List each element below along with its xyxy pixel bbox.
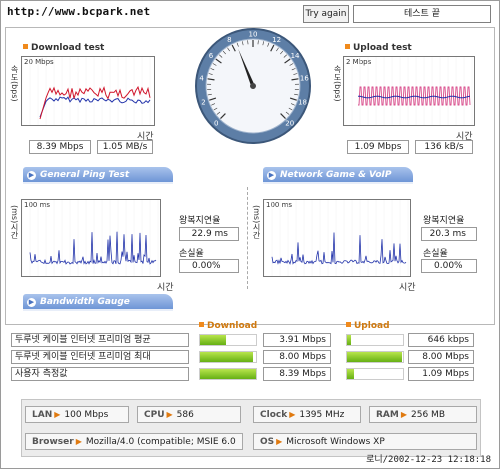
upload-row-value: 8.00 Mbps — [408, 350, 474, 364]
arrow-right-icon: ▶ — [27, 298, 36, 307]
download-row-value: 3.91 Mbps — [263, 333, 331, 347]
game-graph: 100 ms — [263, 199, 411, 277]
cpu-info: CPU ▶ 586 — [137, 406, 241, 423]
site-url: http://www.bcpark.net — [7, 5, 151, 18]
speed-gauge: 0 2 4 6 8 10 12 14 16 18 20 — [195, 28, 311, 144]
timestamp: 로니/2002-12-23 12:18:18 — [366, 455, 491, 465]
download-row-value: 8.39 Mbps — [263, 367, 331, 381]
upload-kbs-value: 136 kB/s — [415, 140, 473, 154]
game-rtt-value: 20.3 ms — [421, 227, 477, 241]
download-mbps-value: 8.39 Mbps — [29, 140, 91, 154]
download-title: Download test — [23, 43, 104, 53]
bandwidth-upload-header: Upload — [346, 321, 390, 331]
upload-row-value: 646 kbps — [408, 333, 474, 347]
game-time-label: 시간 — [399, 283, 416, 293]
download-speed-line — [39, 85, 151, 120]
bandwidth-row-label: 두루넷 케이블 인터넷 프리미엄 평균 — [11, 333, 189, 347]
download-bar — [199, 368, 257, 380]
download-bar-fill — [200, 369, 256, 379]
game-plot — [264, 200, 409, 276]
upload-bar — [346, 334, 404, 346]
gauge-tick-label: 12 — [272, 36, 281, 44]
arrow-right-icon: ▶ — [75, 437, 82, 446]
upload-bar-fill — [347, 352, 402, 362]
upload-title: Upload test — [345, 43, 412, 53]
arrow-right-icon: ▶ — [289, 410, 296, 419]
gauge-tick-label: 2 — [201, 99, 205, 107]
ping-graph: 100 ms — [21, 199, 161, 277]
upload-bar-fill — [347, 335, 351, 345]
gauge-tick-label: 0 — [214, 119, 218, 127]
bullet-icon — [23, 44, 28, 49]
ping-plot — [22, 200, 159, 276]
bullet-icon — [346, 322, 351, 327]
ping-loss-value: 0.00% — [179, 259, 239, 273]
ping-line — [29, 231, 157, 265]
gauge-tick-label: 10 — [249, 31, 258, 39]
gauge-tick-label: 4 — [199, 74, 204, 82]
upload-bar-fill — [347, 369, 355, 379]
download-bar-fill — [200, 335, 227, 345]
bullet-icon — [199, 322, 204, 327]
ram-info: RAM ▶ 256 MB — [369, 406, 477, 423]
game-loss-value: 0.00% — [421, 259, 477, 273]
game-loss-label: 손실율 — [423, 249, 448, 259]
gauge-tick-label: 8 — [227, 36, 231, 44]
bullet-icon — [345, 44, 350, 49]
ping-rtt-value: 22.9 ms — [179, 227, 239, 241]
tab-bandwidth-gauge[interactable]: ▶ Bandwidth Gauge — [23, 294, 173, 311]
upload-y-label: 속도(bps) — [333, 65, 342, 102]
download-row-value: 8.00 Mbps — [263, 350, 331, 364]
ping-y-label: (ms)시간 — [10, 205, 19, 240]
ping-time-label: 시간 — [157, 283, 174, 293]
upload-bar — [346, 368, 404, 380]
download-y-label: 속도(bps) — [10, 65, 19, 102]
browser-info: Browser ▶ Mozilla/4.0 (compatible; MSIE 6.… — [25, 433, 243, 450]
bandwidth-row-label: 두루넷 케이블 인터넷 프리미엄 최대 — [11, 350, 189, 364]
bandwidth-download-header: Download — [199, 321, 257, 331]
test-status-field: 테스트 끝 — [353, 5, 491, 23]
tab-general-ping-test[interactable]: ▶ General Ping Test — [23, 167, 173, 184]
download-graph: 20 Mbps — [21, 56, 155, 126]
clock-info: Clock ▶ 1395 MHz — [253, 406, 361, 423]
upload-plot — [344, 57, 473, 125]
download-bar — [199, 334, 257, 346]
arrow-right-icon: ▶ — [27, 171, 36, 180]
gauge-tick-label: 6 — [209, 52, 214, 60]
os-info: OS ▶ Microsoft Windows XP — [253, 433, 477, 450]
download-bar — [199, 351, 257, 363]
arrow-right-icon: ▶ — [400, 410, 408, 419]
lan-info: LAN ▶ 100 Mbps — [25, 406, 129, 423]
try-again-button[interactable]: Try again — [303, 5, 349, 23]
arrow-right-icon: ▶ — [54, 410, 61, 419]
arrow-right-icon: ▶ — [166, 410, 173, 419]
download-avg-line — [39, 96, 151, 118]
game-y-label: (ms)시간 — [252, 205, 261, 240]
upload-graph: 2 Mbps — [343, 56, 475, 126]
arrow-right-icon: ▶ — [267, 171, 276, 180]
upload-bar — [346, 351, 404, 363]
ping-rtt-label: 왕복지연율 — [179, 216, 221, 226]
ping-loss-label: 손실율 — [179, 249, 204, 259]
section-divider — [247, 187, 248, 289]
upload-mbps-value: 1.09 Mbps — [347, 140, 409, 154]
upload-row-value: 1.09 Mbps — [408, 367, 474, 381]
gauge-tick-label: 18 — [298, 99, 307, 107]
tab-network-game-voip-test[interactable]: ▶ Network Game & VoIP Test — [263, 167, 413, 197]
arrow-right-icon: ▶ — [276, 437, 283, 446]
ping-line — [271, 232, 407, 265]
gauge-tick-label: 14 — [291, 52, 300, 60]
gauge-tick-label: 20 — [285, 119, 294, 127]
download-mbs-value: 1.05 MB/s — [97, 140, 153, 154]
game-rtt-label: 왕복지연율 — [423, 216, 465, 226]
gauge-hub — [250, 83, 256, 89]
download-bar-fill — [200, 352, 254, 362]
download-plot — [22, 57, 151, 125]
bandwidth-row-label: 사용자 측정값 — [11, 367, 189, 381]
speed-test-window: http://www.bcpark.net Try again 테스트 끝 Do… — [0, 0, 500, 469]
gauge-tick-label: 16 — [300, 74, 309, 82]
